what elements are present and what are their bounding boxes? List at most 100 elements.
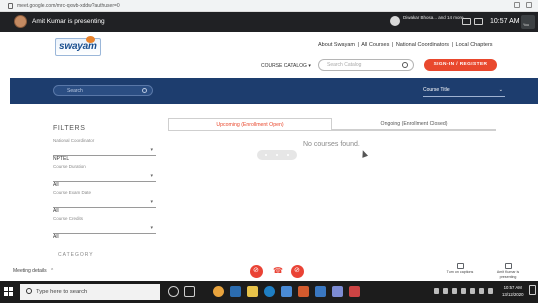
tab-ongoing[interactable]: Ongoing (Enrollment Closed): [332, 118, 496, 130]
camera-off-icon: ⊘: [294, 267, 300, 274]
browser-toolbar-icons: [514, 2, 532, 8]
url-text[interactable]: meet.google.com/mrc-qxwb-xddw?authuser=0: [17, 1, 120, 11]
filter-select[interactable]: All ▾: [53, 173, 156, 188]
nav-link-about[interactable]: About Swayam: [318, 42, 355, 48]
presenter-avatar: [14, 15, 27, 28]
bookmark-icon[interactable]: [514, 2, 520, 8]
notification-icon[interactable]: [529, 285, 536, 295]
meeting-details-label: Meeting details: [13, 268, 47, 274]
course-search-placeholder: Search: [67, 88, 83, 94]
word-icon[interactable]: [315, 286, 326, 297]
present-screen-icon: [504, 263, 512, 269]
chevron-down-icon: ▾: [308, 63, 311, 69]
empty-results-message: No courses found.: [303, 141, 360, 148]
self-view-tile[interactable]: You: [521, 15, 535, 29]
tab-upcoming[interactable]: Upcoming (Enrollment Open): [168, 118, 332, 130]
tray-icon[interactable]: [452, 288, 457, 294]
tray-icon[interactable]: [434, 288, 439, 294]
filters-title: FILTERS: [53, 125, 86, 132]
mouse-pointer-icon: [359, 149, 369, 158]
meeting-details-button[interactable]: Meeting details ⌃: [13, 268, 54, 275]
network-icon[interactable]: [461, 288, 466, 294]
chevron-down-icon: ▾: [150, 147, 153, 153]
meet-clock: 10:57 AM: [490, 18, 520, 25]
search-icon[interactable]: [402, 62, 408, 68]
extension-icon[interactable]: [526, 2, 532, 8]
filter-label: Course Credits: [53, 216, 84, 221]
windows-start-icon[interactable]: [4, 287, 14, 297]
chrome-icon[interactable]: [213, 286, 224, 297]
filter-value: All: [53, 208, 59, 214]
camera-off-button[interactable]: ⊘: [291, 265, 304, 278]
filter-course-exam-date: Course Exam Date All ▾: [53, 190, 156, 214]
captions-icon: [456, 263, 464, 269]
language-icon[interactable]: [488, 288, 493, 294]
course-search-input[interactable]: Search: [53, 85, 153, 96]
taskbar-search-input[interactable]: Type here to search: [20, 284, 160, 300]
chevron-down-icon: ▾: [150, 225, 153, 231]
filter-select[interactable]: All ▾: [53, 225, 156, 240]
pagination-control[interactable]: [257, 150, 297, 160]
app-icon[interactable]: [332, 286, 343, 297]
file-explorer-icon[interactable]: [247, 286, 258, 297]
course-search-band: Search Course Title ⌄: [10, 78, 538, 104]
taskbar-clock[interactable]: 10:57 AM 13/12/2020: [502, 284, 524, 298]
presenter-text: Amit Kumar is presenting: [32, 18, 105, 25]
store-icon[interactable]: [281, 286, 292, 297]
powerpoint-icon[interactable]: [298, 286, 309, 297]
taskbar-date: 13/12/2020: [502, 292, 524, 297]
site-header: swayam About Swayam | All Courses | Nati…: [0, 32, 538, 78]
search-icon: [26, 288, 32, 294]
signin-register-button[interactable]: SIGN-IN / REGISTER: [424, 59, 497, 71]
filter-national-coordinator: National Coordinator NPTEL ▾: [53, 138, 156, 162]
presenting-button[interactable]: Amit Kumar is presenting: [488, 263, 528, 281]
nav-separator: |: [451, 42, 453, 48]
catalog-search-input[interactable]: Search Catalog: [318, 59, 414, 71]
category-title: CATEGORY: [58, 252, 94, 258]
nav-link-local-chapters[interactable]: Local Chapters: [456, 42, 493, 48]
cortana-icon[interactable]: [168, 286, 179, 297]
captions-label: Turn on captions: [446, 270, 474, 274]
battery-icon[interactable]: [479, 288, 484, 294]
tray-icon[interactable]: [443, 288, 448, 294]
mic-off-button[interactable]: ⊘: [250, 265, 263, 278]
top-nav-links: About Swayam | All Courses | National Co…: [318, 41, 494, 49]
captions-icon[interactable]: [462, 18, 471, 25]
task-view-icon[interactable]: [184, 286, 195, 297]
sort-select[interactable]: Course Title ⌄: [423, 86, 505, 97]
filter-select[interactable]: NPTEL ▾: [53, 147, 156, 162]
search-icon[interactable]: [142, 88, 147, 93]
filter-label: Course Exam Date: [53, 190, 92, 195]
filter-course-duration: Course Duration All ▾: [53, 164, 156, 188]
you-label: You: [523, 23, 529, 27]
volume-icon[interactable]: [470, 288, 475, 294]
presenting-label: Amit Kumar is presenting: [496, 270, 520, 279]
filter-value: NPTEL: [53, 156, 70, 162]
course-catalog-menu[interactable]: COURSE CATALOG ▾: [261, 62, 311, 70]
nav-link-national-coordinators[interactable]: National Coordinators: [396, 42, 449, 48]
captions-button[interactable]: Turn on captions: [440, 263, 480, 281]
windows-taskbar: Type here to search 10:57 AM 13/12/2020: [0, 281, 538, 303]
nav-separator: |: [357, 42, 359, 48]
participants-text: Diwakar Bhosa... and 14 more: [403, 15, 464, 20]
chevron-down-icon: ▾: [150, 173, 153, 179]
filter-value: All: [53, 234, 59, 240]
logo-swoosh: [86, 36, 95, 43]
filter-label: National Coordinator: [53, 138, 95, 143]
filter-value: All: [53, 182, 59, 188]
present-screen-icon[interactable]: [474, 18, 483, 25]
participants-indicator[interactable]: Diwakar Bhosa... and 14 more: [390, 15, 464, 29]
filter-select[interactable]: All ▾: [53, 199, 156, 214]
chevron-down-icon: ▾: [150, 199, 153, 205]
screen: meet.google.com/mrc-qxwb-xddw?authuser=0…: [0, 0, 538, 303]
edge-icon[interactable]: [264, 286, 275, 297]
app-icon[interactable]: [230, 286, 241, 297]
pager-dot: [276, 154, 278, 156]
end-call-button[interactable]: ☎: [270, 265, 284, 278]
app-icon[interactable]: [349, 286, 360, 297]
nav-link-all-courses[interactable]: All Courses: [361, 42, 389, 48]
chevron-up-icon: ⌃: [50, 268, 55, 274]
taskbar-time: 10:57 AM: [503, 285, 522, 290]
pager-dot: [265, 154, 267, 156]
swayam-logo[interactable]: swayam: [55, 36, 101, 56]
